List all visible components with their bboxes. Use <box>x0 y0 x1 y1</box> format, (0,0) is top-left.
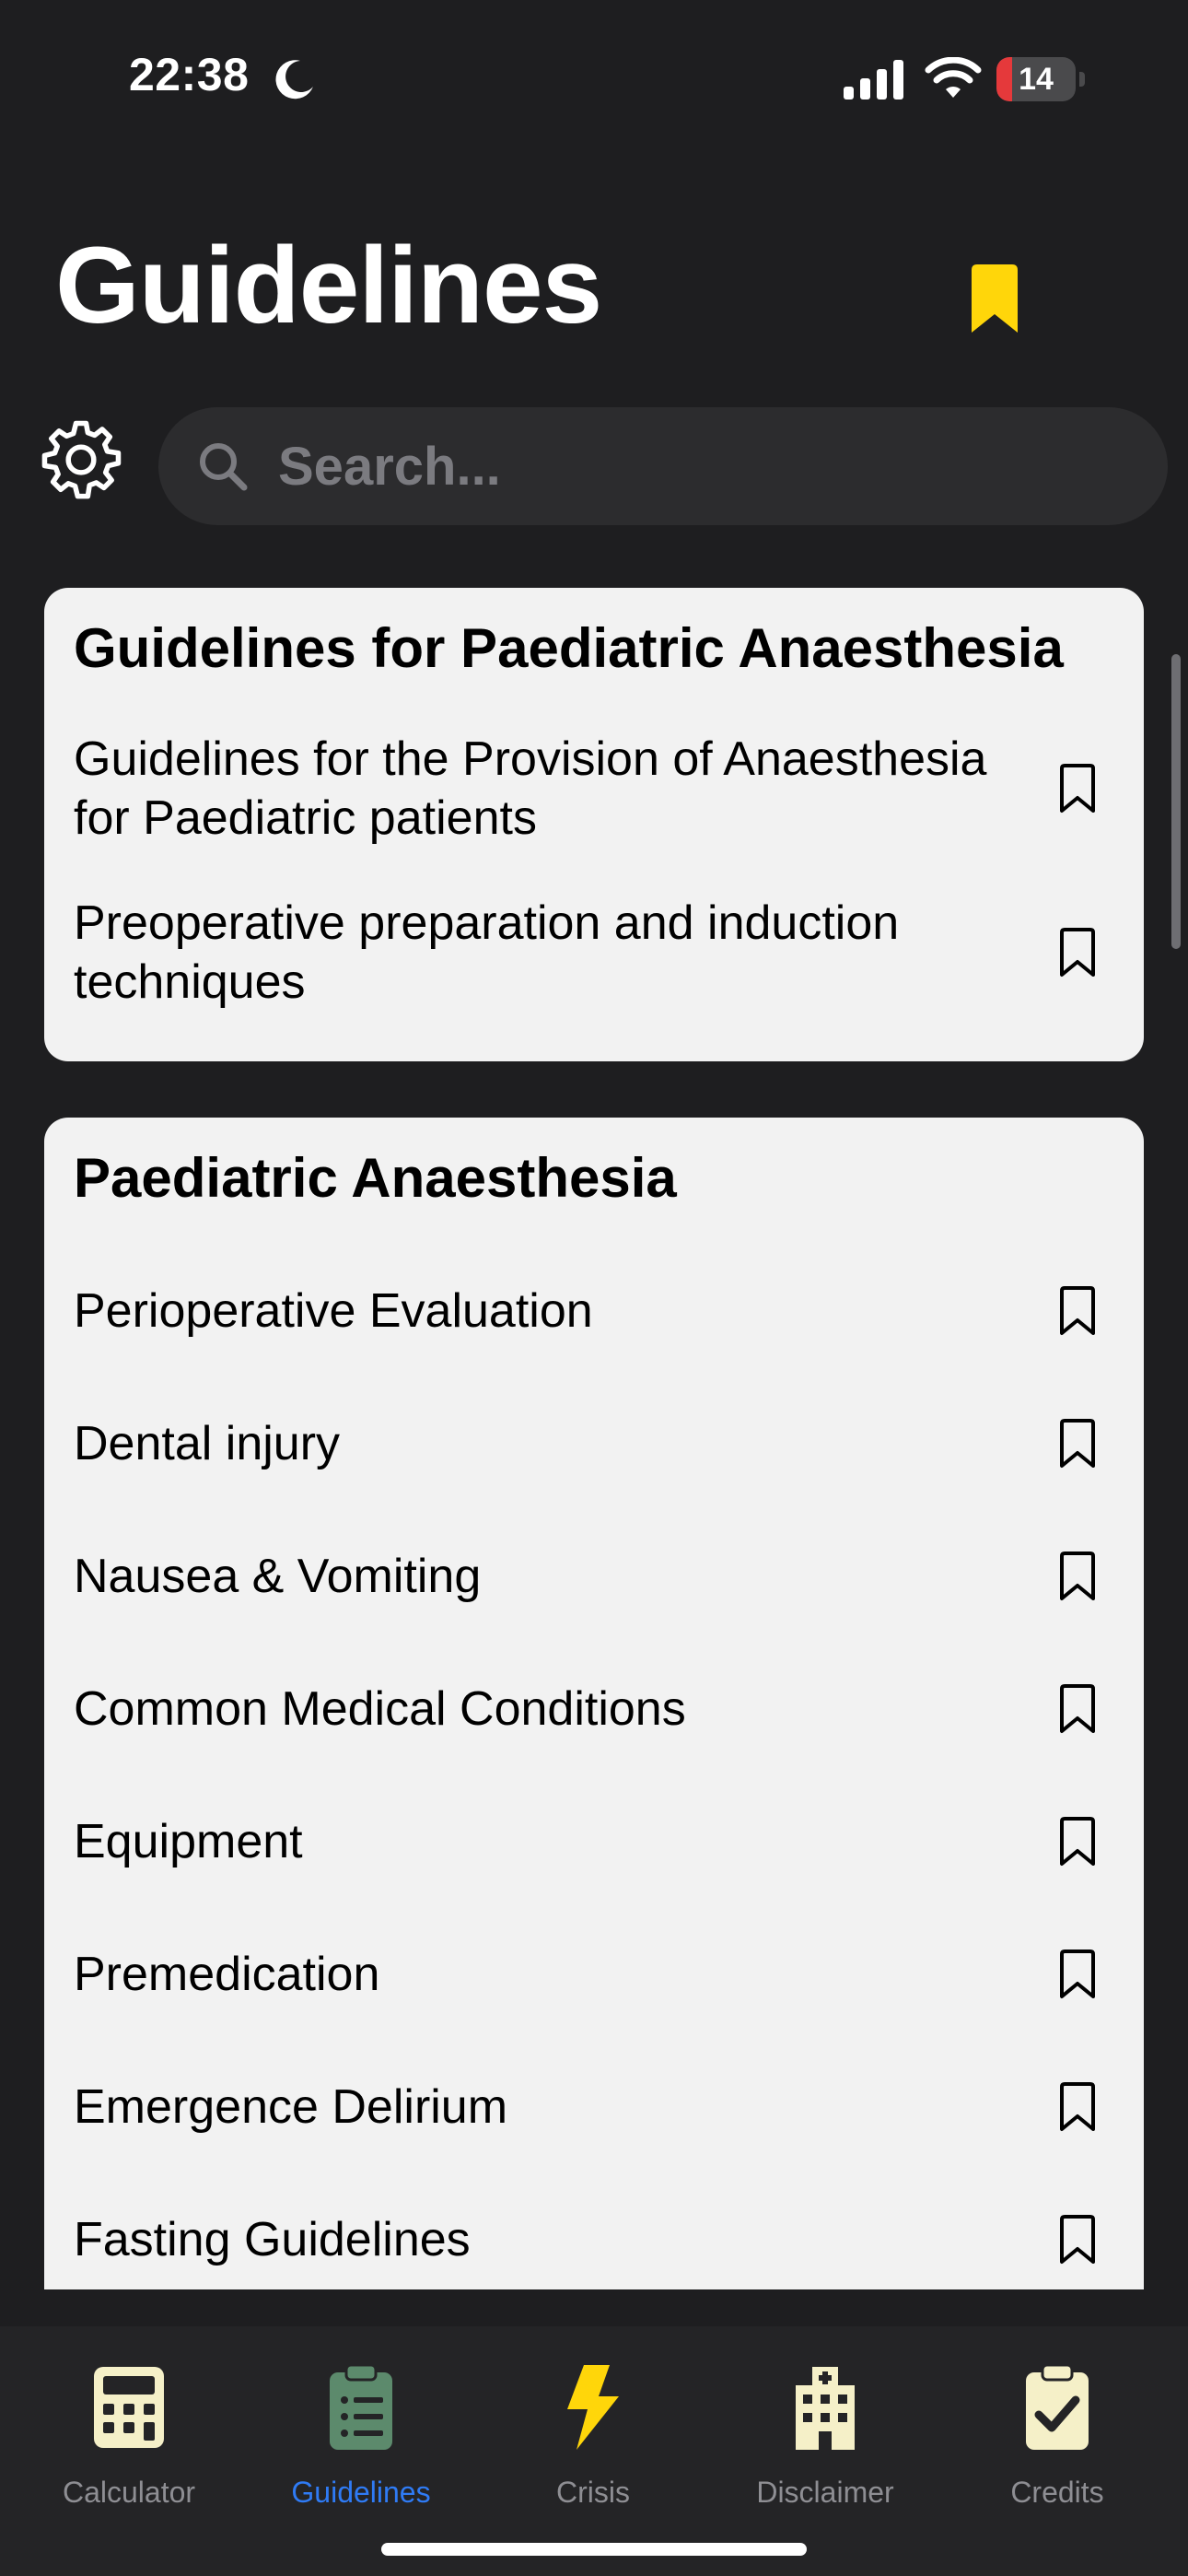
bookmark-outline-icon <box>1060 928 1095 977</box>
tab-label: Calculator <box>62 2476 196 2509</box>
bookmark-outline-icon <box>1060 1419 1095 1468</box>
list-item[interactable]: Premedication <box>44 1919 1144 2030</box>
bookmark-outline-icon <box>1060 1684 1095 1733</box>
list-item-label: Perioperative Evaluation <box>74 1284 593 1338</box>
bookmark-filled-icon <box>972 264 1018 333</box>
gear-icon <box>41 420 122 499</box>
section-card-guidelines-for-paediatric-anaesthesia: Guidelines for Paediatric Anaesthesia Gu… <box>44 588 1144 1061</box>
bookmark-button[interactable] <box>1052 1677 1103 1741</box>
bookmark-button[interactable] <box>1052 2207 1103 2272</box>
battery-cap <box>1079 72 1085 87</box>
clipboard-list-icon <box>330 2363 392 2450</box>
tab-crisis[interactable]: Crisis <box>487 2345 699 2529</box>
bookmark-outline-icon <box>1060 1551 1095 1600</box>
section-title: Paediatric Anaesthesia <box>74 1147 677 1209</box>
battery-body: 14 <box>996 57 1076 101</box>
scroll-indicator[interactable] <box>1171 654 1181 949</box>
list-item[interactable]: Perioperative Evaluation <box>44 1256 1144 1366</box>
tab-credits[interactable]: Credits <box>951 2345 1163 2529</box>
bookmark-outline-icon <box>1060 2082 1095 2131</box>
tab-label: Credits <box>1010 2476 1104 2509</box>
list-item-label: Nausea & Vomiting <box>74 1550 482 1603</box>
list-item[interactable]: Common Medical Conditions <box>44 1654 1144 1764</box>
list-item-label: Emergence Delirium <box>74 2080 508 2134</box>
bookmark-outline-icon <box>1060 1817 1095 1866</box>
list-item-label: Common Medical Conditions <box>74 1682 686 1736</box>
list-item[interactable]: Dental injury <box>44 1388 1144 1499</box>
tab-label: Disclaimer <box>756 2476 894 2509</box>
list-item-label: Guidelines for the Provision of Anaesthe… <box>74 732 987 845</box>
section-title: Guidelines for Paediatric Anaesthesia <box>74 617 1064 679</box>
tab-disclaimer[interactable]: Disclaimer <box>719 2345 931 2529</box>
tab-guidelines[interactable]: Guidelines <box>255 2345 467 2529</box>
cellular-signal-icon <box>844 60 903 100</box>
bookmark-outline-icon <box>1060 2215 1095 2264</box>
list-item[interactable]: Guidelines for the Provision of Anaesthe… <box>44 724 1144 853</box>
search-input[interactable] <box>276 434 1168 498</box>
page-title: Guidelines <box>55 225 602 346</box>
hospital-building-icon <box>796 2367 855 2450</box>
settings-button[interactable] <box>35 415 127 507</box>
lightning-bolt-icon <box>567 2365 619 2450</box>
list-item[interactable]: Emergence Delirium <box>44 2052 1144 2162</box>
status-time: 22:38 <box>129 49 250 100</box>
bookmark-button[interactable] <box>1052 2075 1103 2139</box>
bookmark-outline-icon <box>1060 764 1095 813</box>
bookmark-button[interactable] <box>1052 1809 1103 1874</box>
battery-icon: 14 <box>996 57 1085 101</box>
section-card-paediatric-anaesthesia: Paediatric Anaesthesia Perioperative Eva… <box>44 1118 1144 2289</box>
clipboard-check-icon <box>1026 2363 1089 2450</box>
magnifier-icon <box>200 443 248 491</box>
bookmark-outline-icon <box>1060 1286 1095 1335</box>
tab-label: Crisis <box>556 2476 630 2509</box>
list-item[interactable]: Equipment <box>44 1786 1144 1897</box>
status-bar: 22:38 14 <box>0 0 1188 157</box>
tab-calculator[interactable]: Calculator <box>23 2345 235 2529</box>
calculator-icon <box>94 2367 164 2448</box>
wifi-icon <box>925 57 982 98</box>
battery-level: 14 <box>1019 62 1054 97</box>
list-item-label: Equipment <box>74 1815 303 1868</box>
list-item-label: Fasting Guidelines <box>74 2213 471 2266</box>
list-item[interactable]: Nausea & Vomiting <box>44 1521 1144 1632</box>
guidelines-list[interactable]: Guidelines for Paediatric Anaesthesia Gu… <box>0 571 1188 2289</box>
tab-label: Guidelines <box>291 2476 431 2509</box>
bookmark-outline-icon <box>1060 1950 1095 1998</box>
bookmark-button[interactable] <box>1052 756 1103 821</box>
moon-icon <box>275 60 313 100</box>
bookmark-button[interactable] <box>1052 1942 1103 2007</box>
bookmark-button[interactable] <box>1052 1544 1103 1609</box>
bookmark-button[interactable] <box>1052 1411 1103 1476</box>
list-item-label: Preoperative preparation and induction t… <box>74 896 900 1009</box>
list-item[interactable]: Preoperative preparation and induction t… <box>44 888 1144 1017</box>
bookmarks-button[interactable] <box>958 258 1031 341</box>
list-item[interactable]: Fasting Guidelines <box>44 2184 1144 2289</box>
tab-bar: Calculator Guidelines Crisis Disclaimer … <box>0 2326 1188 2576</box>
list-item-label: Premedication <box>74 1948 380 2001</box>
search-bar[interactable] <box>158 407 1168 525</box>
bookmark-button[interactable] <box>1052 920 1103 985</box>
list-item-label: Dental injury <box>74 1417 341 1470</box>
bookmark-button[interactable] <box>1052 1279 1103 1343</box>
home-indicator[interactable] <box>381 2543 807 2556</box>
